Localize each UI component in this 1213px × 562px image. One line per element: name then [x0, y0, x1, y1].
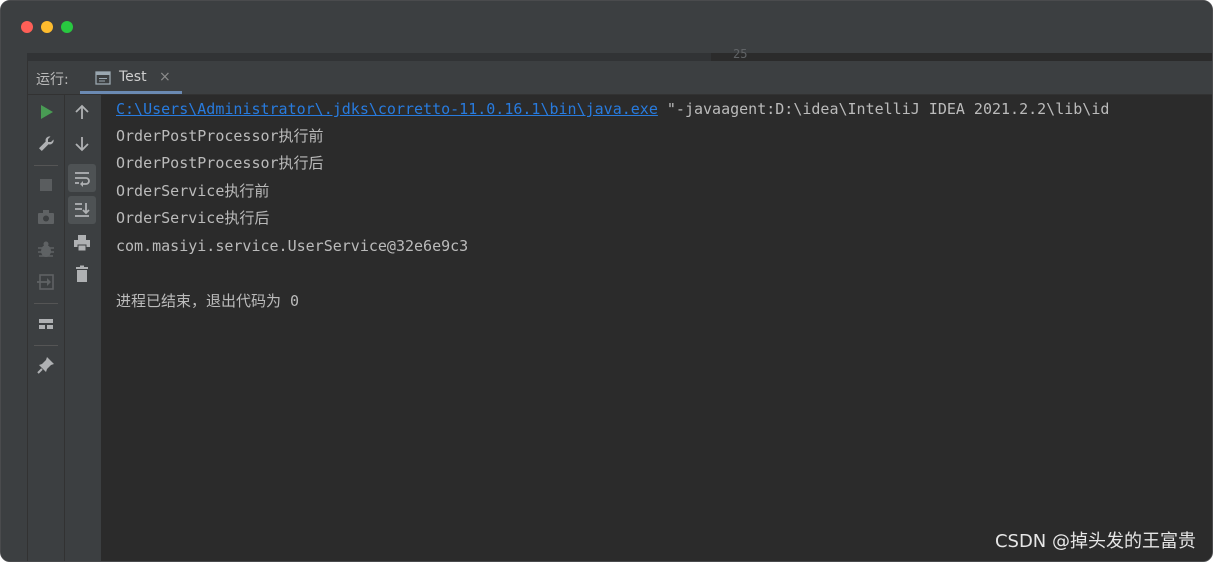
watermark: CSDN @掉头发的王富贵	[994, 531, 1196, 552]
run-toolbar-primary	[28, 95, 65, 561]
editor-peek: 25	[27, 47, 1212, 61]
trash-icon	[76, 265, 88, 282]
tab-test[interactable]: Test ×	[80, 61, 182, 94]
exit-button[interactable]	[32, 268, 60, 296]
stop-icon	[40, 179, 52, 191]
dump-threads-button[interactable]	[32, 203, 60, 231]
run-icon	[41, 105, 53, 119]
console-tab-icon	[95, 70, 111, 85]
maximize-window-button[interactable]	[61, 21, 73, 33]
java-executable-link[interactable]: C:\Users\Administrator\.jdks\corretto-11…	[116, 100, 658, 118]
scroll-to-end-icon	[75, 203, 90, 217]
previous-occurrence-button[interactable]	[68, 98, 96, 126]
stop-button[interactable]	[32, 171, 60, 199]
scroll-to-end-button[interactable]	[68, 196, 96, 224]
arrow-up-icon	[75, 104, 89, 119]
console-output[interactable]: C:\Users\Administrator\.jdks\corretto-11…	[101, 95, 1212, 561]
console-line: com.masiyi.service.UserService@32e6e9c3	[116, 237, 469, 255]
active-tab-indicator	[80, 91, 182, 94]
title-bar	[1, 1, 1212, 53]
minimize-window-button[interactable]	[41, 21, 53, 33]
console-line: OrderService执行前	[116, 182, 270, 200]
run-label: 运行:	[36, 72, 69, 88]
toolbar-separator	[34, 303, 58, 304]
console-line: OrderPostProcessor执行后	[116, 154, 324, 172]
process-exit-line: 进程已结束，退出代码为 0	[116, 292, 300, 310]
pin-icon	[37, 357, 54, 374]
ide-window: 25 运行: Test × C:\Users\Administrator\.jd…	[0, 0, 1213, 562]
soft-wrap-button[interactable]	[68, 164, 96, 192]
exit-icon	[37, 274, 54, 290]
layout-icon	[39, 319, 53, 329]
tab-test-label: Test	[119, 69, 147, 85]
pin-tab-button[interactable]	[32, 351, 60, 379]
console-line: OrderPostProcessor执行前	[116, 127, 324, 145]
close-window-button[interactable]	[21, 21, 33, 33]
outer-tool-stripe	[1, 53, 28, 561]
clear-all-button[interactable]	[68, 260, 96, 288]
console-command-line: C:\Users\Administrator\.jdks\corretto-11…	[116, 99, 1109, 119]
soft-wrap-icon	[75, 172, 90, 187]
console-line: OrderService执行后	[116, 209, 270, 227]
camera-icon	[38, 210, 54, 224]
run-toolbar-secondary	[65, 95, 101, 561]
debug-button[interactable]	[32, 236, 60, 264]
editor-gutter	[27, 53, 711, 61]
print-icon	[74, 235, 90, 252]
debug-bug-icon	[38, 241, 54, 257]
wrench-icon	[39, 136, 54, 151]
editor-line-number: 25	[733, 47, 748, 61]
next-occurrence-button[interactable]	[68, 130, 96, 158]
print-button[interactable]	[68, 229, 96, 257]
run-toolwindow-header: 运行: Test ×	[28, 61, 1212, 95]
command-args: "-javaagent:D:\idea\IntelliJ IDEA 2021.2…	[657, 100, 1110, 118]
toolbar-separator	[34, 165, 58, 166]
tab-close-icon[interactable]: ×	[159, 69, 171, 85]
toolbar-separator	[34, 345, 58, 346]
run-button[interactable]	[32, 98, 60, 126]
arrow-down-icon	[75, 137, 89, 152]
restore-layout-button[interactable]	[32, 310, 60, 338]
edit-configuration-button[interactable]	[32, 130, 60, 158]
